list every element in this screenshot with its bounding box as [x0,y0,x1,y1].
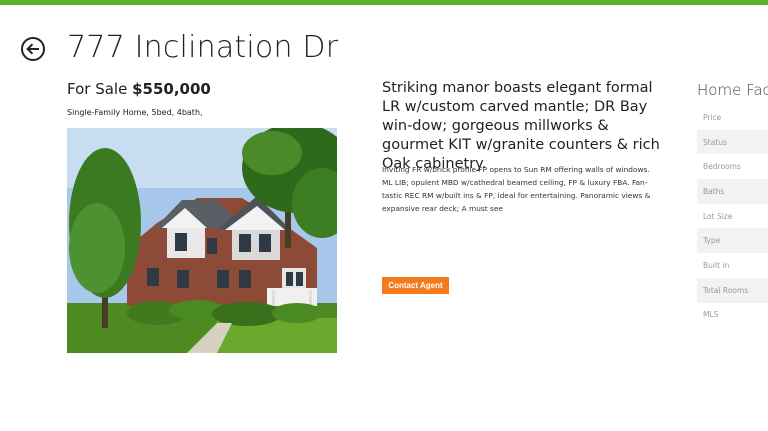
fact-row-status: Status [697,129,768,155]
page-title: 777 Inclination Dr [67,30,339,65]
house-photo [67,128,337,353]
home-facts-list: Price Status Bedrooms Baths Lot Size Typ… [697,105,768,327]
fact-row-type: Type [697,228,768,254]
house-exterior-image [67,128,337,353]
fact-row-mls: MLS [703,310,719,320]
listing-description: Inviting FR w/brick profile FP opens to … [382,165,651,213]
home-facts-title: Home Facts [697,81,768,99]
fact-row-bedrooms: Bedrooms [703,162,741,172]
back-button[interactable] [21,37,45,61]
fact-row-baths: Baths [697,179,768,204]
listing-headline: Striking manor boasts elegant formal LR … [382,80,660,172]
home-specs: Single-Family Home, 5bed, 4bath, [67,108,203,117]
sale-price-line: For Sale $550,000 [67,80,211,98]
fact-row-total-rooms: Total Rooms [697,277,768,303]
listing-price: $550,000 [132,80,211,98]
contact-agent-button[interactable]: Contact Agent [382,277,449,294]
fact-row-built-in: Built in [703,260,730,270]
fact-row-lot-size: Lot Size [703,211,733,221]
top-accent-bar [0,0,768,5]
arrow-left-icon [26,43,39,55]
fact-row-price: Price [703,112,722,122]
sale-status-label: For Sale [67,80,128,98]
